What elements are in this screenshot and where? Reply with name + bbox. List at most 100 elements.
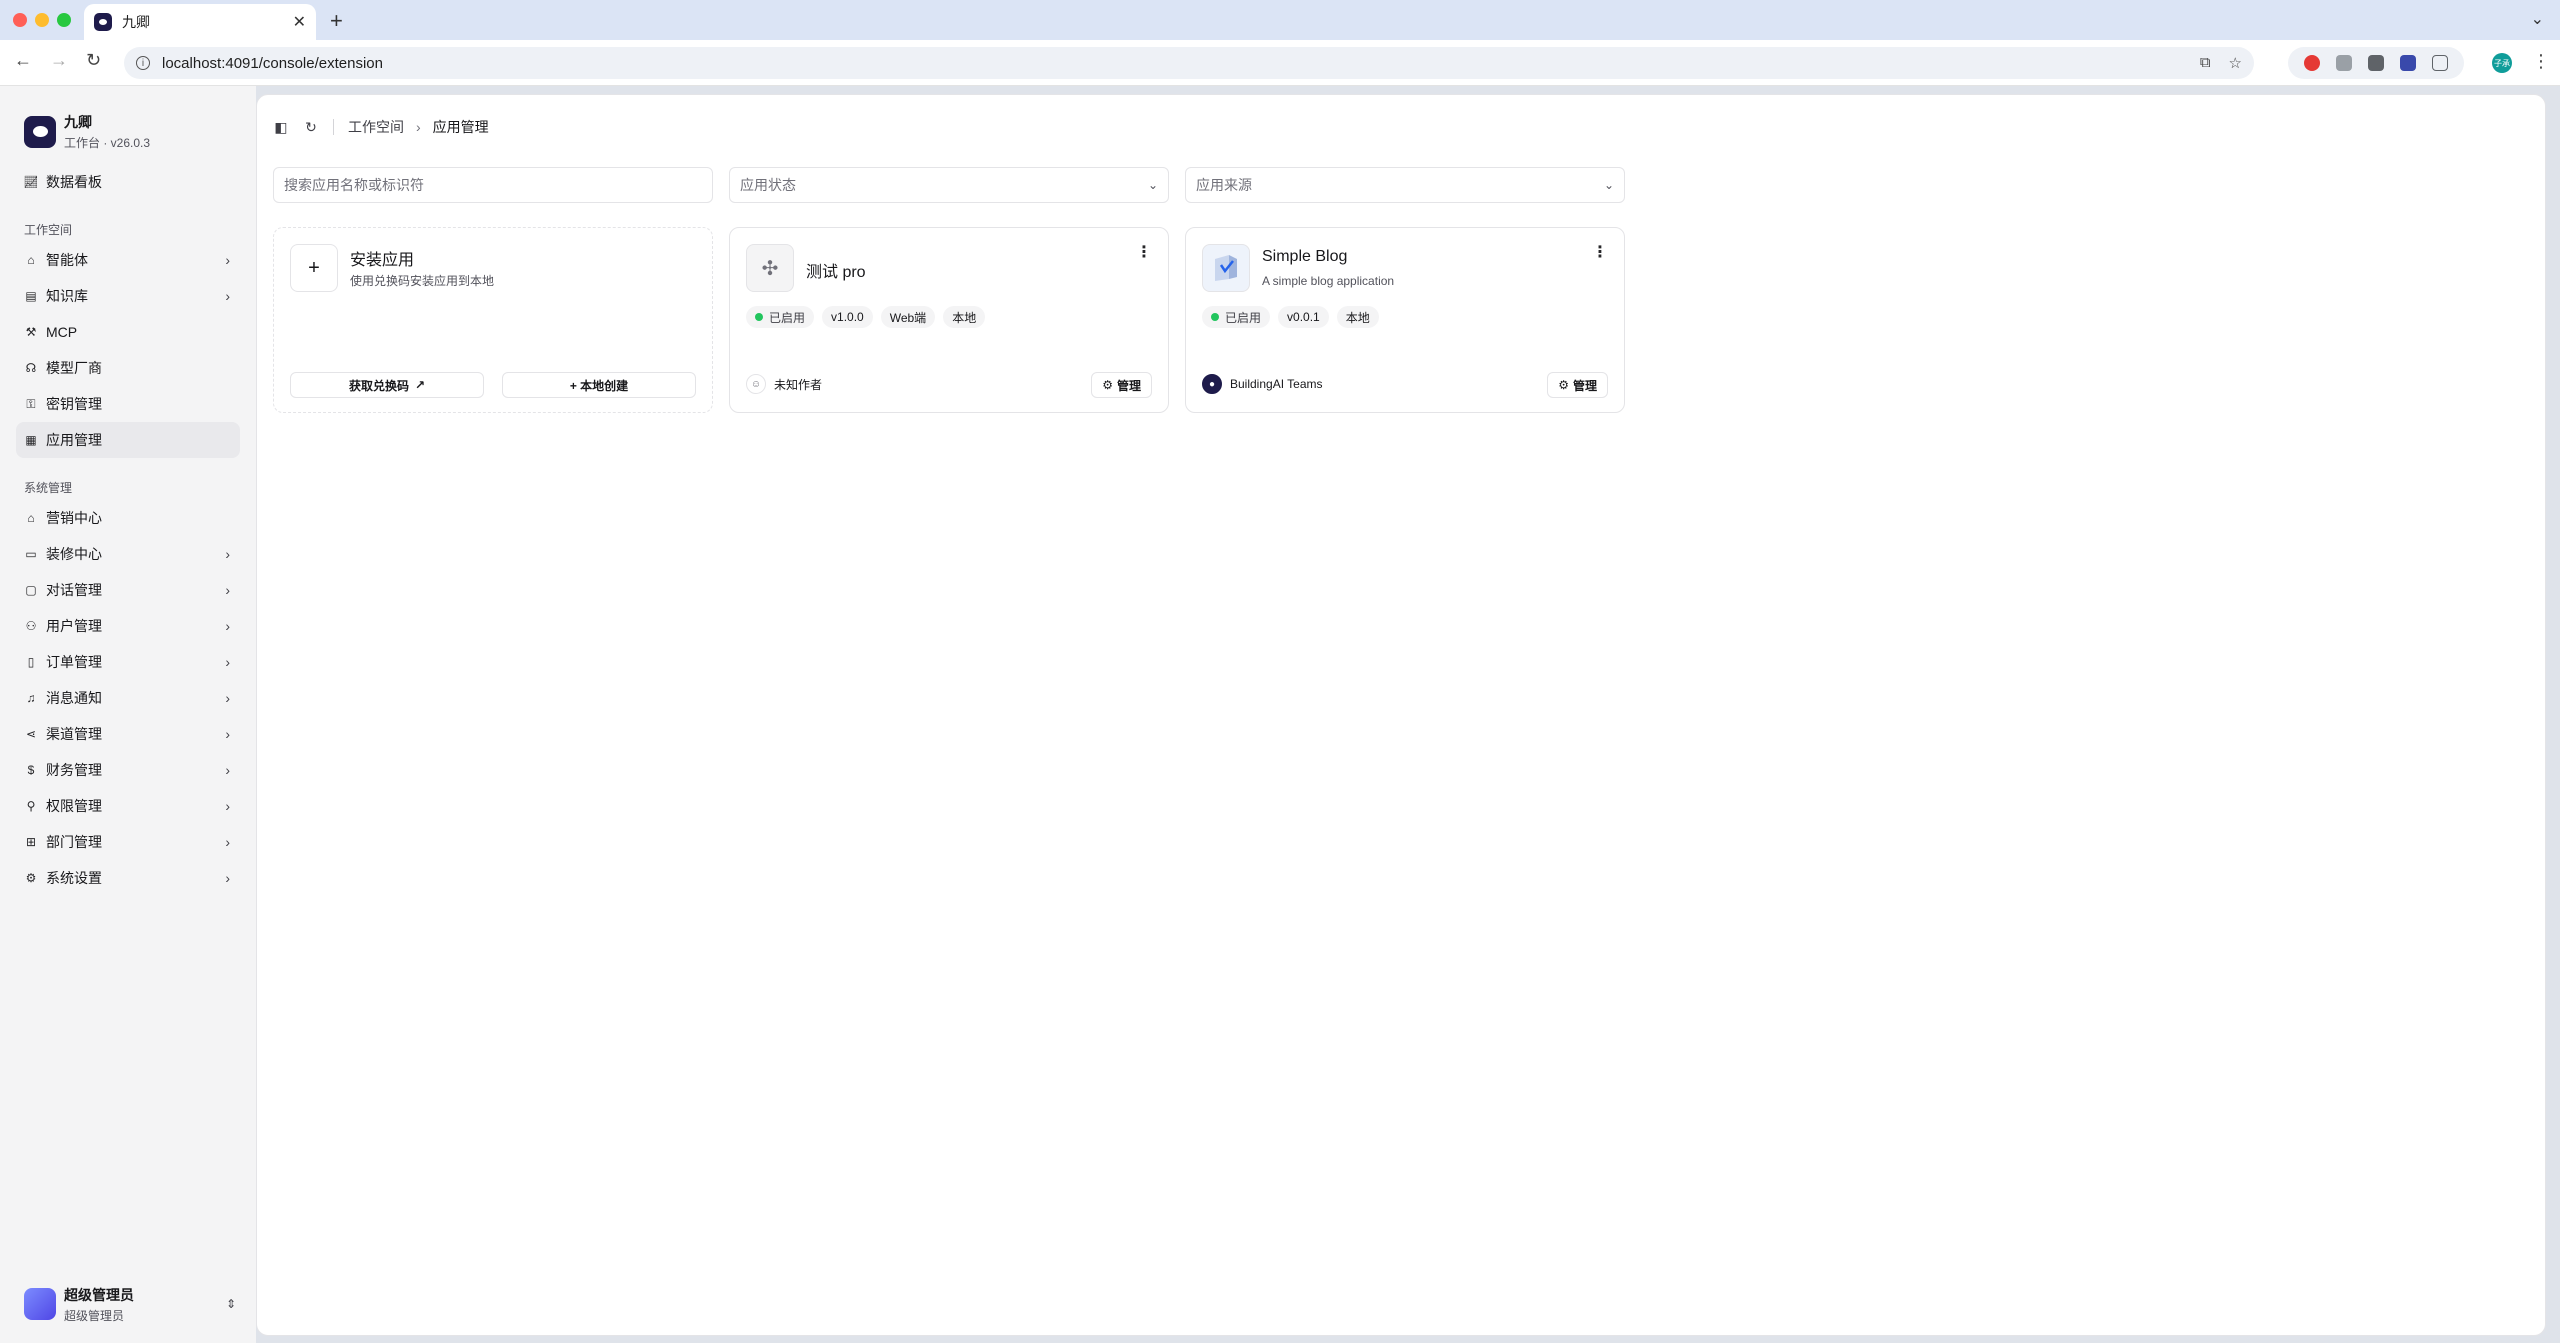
version-badge: v1.0.0: [822, 306, 873, 328]
chevron-right-icon: ›: [225, 834, 230, 850]
breadcrumb-workspace[interactable]: 工作空间: [348, 117, 404, 137]
chevron-right-icon: ›: [225, 870, 230, 886]
sidebar-item-departments[interactable]: ⊞ 部门管理 ›: [16, 824, 240, 860]
sidebar-item-knowledge[interactable]: ▤ 知识库 ›: [16, 278, 240, 314]
tag-badge: Web端: [880, 306, 936, 328]
paint-roller-icon: ▭: [25, 547, 37, 561]
browser-tabbar: 九卿 ✕ + ⌄: [0, 0, 2560, 40]
chevron-right-icon: ›: [225, 654, 230, 670]
sidebar-item-channels[interactable]: ⋖ 渠道管理 ›: [16, 716, 240, 752]
status-text: 已启用: [1225, 310, 1262, 325]
more-vertical-icon[interactable]: ⋮: [1136, 242, 1152, 262]
translate-icon[interactable]: ⧉: [2200, 54, 2211, 72]
minimize-window-button[interactable]: [35, 13, 49, 27]
plus-icon: +: [290, 244, 338, 292]
divider: [333, 119, 334, 135]
forward-icon[interactable]: →: [50, 50, 68, 71]
more-vertical-icon[interactable]: ⋮: [1592, 242, 1608, 262]
back-icon[interactable]: ←: [14, 50, 32, 71]
maximize-window-button[interactable]: [57, 13, 71, 27]
blog-app-icon: [1202, 244, 1250, 292]
app-card[interactable]: ✣ 测试 pro ⋮ 已启用 v1.0.0 Web端 本地 ☺ 未知作者 ⚙ 管…: [729, 227, 1169, 413]
chevron-right-icon: ›: [225, 798, 230, 814]
sidebar-item-conversations[interactable]: ▢ 对话管理 ›: [16, 572, 240, 608]
sidebar-item-dashboard[interactable]: 📈︎ 数据看板: [16, 164, 240, 200]
search-field[interactable]: [273, 167, 713, 203]
tab-search-icon[interactable]: ⌄: [2531, 9, 2544, 29]
url-text[interactable]: localhost:4091/console/extension: [162, 55, 383, 72]
sidebar-item-permissions[interactable]: ⚲ 权限管理 ›: [16, 788, 240, 824]
bot-icon: ⌂: [27, 253, 35, 267]
tag-badge: 本地: [943, 306, 986, 328]
address-bar[interactable]: i localhost:4091/console/extension ⧉ ☆: [124, 47, 2254, 79]
store-icon: ⌂: [27, 511, 35, 525]
site-info-icon[interactable]: i: [136, 56, 150, 70]
sidebar-item-marketing[interactable]: ⌂ 营销中心: [16, 500, 240, 536]
browser-tab[interactable]: 九卿 ✕: [84, 4, 316, 40]
browser-menu-icon[interactable]: ⋮: [2532, 51, 2550, 72]
create-label: + 本地创建: [569, 378, 629, 393]
user-lock-icon: ⚲: [26, 799, 36, 813]
nav-section-workspace: 工作空间: [24, 223, 73, 237]
sidebar-item-decoration[interactable]: ▭ 装修中心 ›: [16, 536, 240, 572]
manage-label: 管理: [1572, 378, 1597, 393]
sidebar-item-users[interactable]: ⚇ 用户管理 ›: [16, 608, 240, 644]
author: ☺ 未知作者: [746, 374, 822, 394]
brand[interactable]: 九卿 工作台 · v26.0.3: [24, 112, 150, 151]
chart-line-icon: 📈︎: [23, 175, 39, 189]
sidebar-item-agents[interactable]: ⌂ 智能体 ›: [16, 242, 240, 278]
sidebar-item-settings[interactable]: ⚙ 系统设置 ›: [16, 860, 240, 896]
extensions-bar: [2288, 47, 2464, 79]
chevron-right-icon: ›: [225, 288, 230, 304]
sidebar-item-model-vendors[interactable]: ☊ 模型厂商: [16, 350, 240, 386]
status-select[interactable]: 应用状态 ⌄: [729, 167, 1169, 203]
sidebar-item-orders[interactable]: ▯ 订单管理 ›: [16, 644, 240, 680]
sidebar-item-finance[interactable]: $ 财务管理 ›: [16, 752, 240, 788]
source-select[interactable]: 应用来源 ⌄: [1185, 167, 1625, 203]
manage-button[interactable]: ⚙ 管理: [1547, 372, 1608, 398]
new-tab-button[interactable]: +: [330, 8, 343, 34]
source-select-label: 应用来源: [1196, 177, 1252, 193]
bookmark-star-icon[interactable]: ☆: [2229, 54, 2242, 72]
gear-icon: ⚙: [1558, 378, 1569, 392]
tab-title: 九卿: [122, 14, 150, 30]
author-name: 未知作者: [774, 377, 823, 392]
local-create-button[interactable]: + 本地创建: [502, 372, 696, 398]
extension-vue-icon[interactable]: [2336, 55, 2352, 71]
reload-icon[interactable]: ↻: [86, 50, 101, 71]
chevron-right-icon: ›: [225, 618, 230, 634]
status-dot: [1211, 313, 1219, 321]
search-input[interactable]: [284, 177, 702, 193]
status-badge: 已启用: [746, 306, 815, 328]
user-name: 超级管理员: [64, 1286, 134, 1303]
sidebar-item-notifications[interactable]: ♫ 消息通知 ›: [16, 680, 240, 716]
user-menu[interactable]: 超级管理员 超级管理员 ⇕: [24, 1284, 236, 1324]
install-desc: 使用兑换码安装应用到本地: [350, 274, 495, 288]
extension-window-icon[interactable]: [2368, 55, 2384, 71]
user-role: 超级管理员: [64, 1308, 125, 1323]
status-badge: 已启用: [1202, 306, 1271, 328]
get-redeem-code-button[interactable]: 获取兑换码 ↗: [290, 372, 484, 398]
sidebar-item-apps[interactable]: ▦ 应用管理: [16, 422, 240, 458]
close-window-button[interactable]: [13, 13, 27, 27]
clipboard-icon: ▯: [27, 655, 35, 669]
nav-system: 系统管理 ⌂ 营销中心 ▭ 装修中心 › ▢ 对话管理 › ⚇ 用户管理 › ▯…: [16, 476, 240, 896]
extension-badge-icon[interactable]: [2400, 55, 2416, 71]
tab-close-icon[interactable]: ✕: [293, 12, 306, 32]
manage-button[interactable]: ⚙ 管理: [1091, 372, 1152, 398]
settings-icon: ⚙: [25, 871, 37, 885]
manage-label: 管理: [1116, 378, 1141, 393]
app-card[interactable]: Simple Blog A simple blog application ⋮ …: [1185, 227, 1625, 413]
profile-avatar[interactable]: 子承: [2492, 53, 2512, 73]
extensions-puzzle-icon[interactable]: [2432, 55, 2448, 71]
refresh-icon[interactable]: ↻: [303, 119, 319, 135]
grid-icon: ▦: [25, 433, 37, 447]
browser-toolbar: ← → ↻ i localhost:4091/console/extension…: [0, 40, 2560, 86]
sidebar-toggle-icon[interactable]: ◧: [273, 119, 289, 135]
sidebar-item-mcp[interactable]: ⚒ MCP: [16, 314, 240, 350]
tag-badge: 本地: [1336, 306, 1379, 328]
status-text: 已启用: [769, 310, 806, 325]
book-icon: ▤: [25, 289, 37, 303]
extension-red-icon[interactable]: [2304, 55, 2320, 71]
sidebar-item-keys[interactable]: ⚿ 密钥管理: [16, 386, 240, 422]
